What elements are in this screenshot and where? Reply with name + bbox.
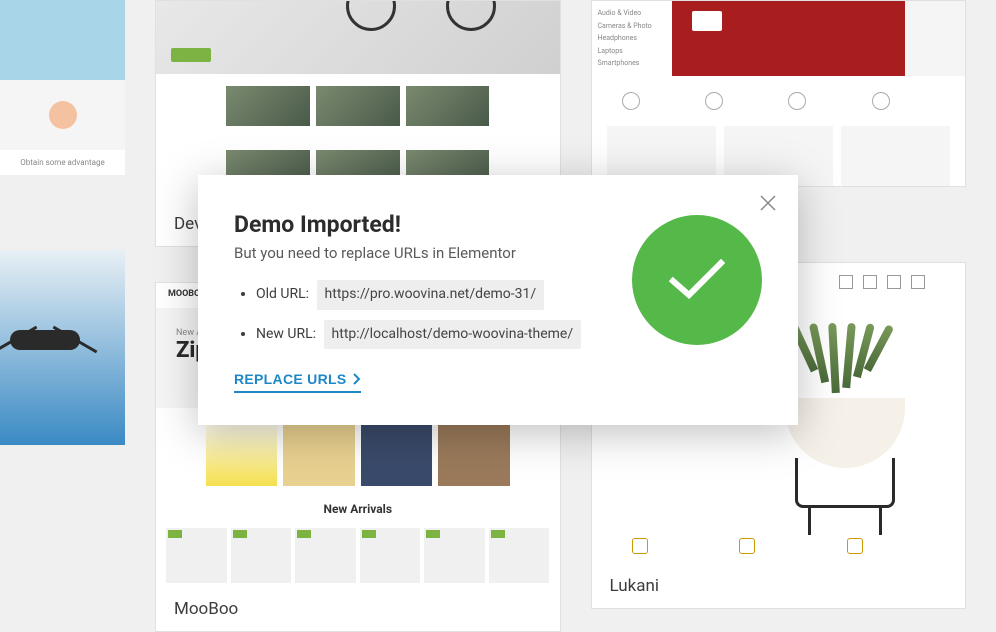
replace-urls-label: Replace URLs (234, 371, 347, 387)
sidebar-drone-card (0, 250, 125, 445)
electronics-sidebar: Audio & VideoCameras & PhotoHeadphonesLa… (592, 1, 672, 76)
sidebar-card-top: Obtain some advantage (0, 0, 125, 175)
success-icon (632, 215, 762, 345)
chevron-right-icon (353, 373, 361, 385)
mooboo-arrivals-title: New Arrivals (156, 494, 560, 524)
lukani-features (592, 528, 966, 564)
devi-hero (156, 1, 560, 74)
new-url-value: http://localhost/demo-woovina-theme/ (324, 320, 582, 350)
close-button[interactable] (756, 191, 780, 215)
mooboo-arrivals (156, 524, 560, 587)
sidebar-blue-banner (0, 0, 125, 80)
demo-card-label: MooBoo (156, 587, 560, 631)
sidebar-column: Obtain some advantage (0, 0, 125, 632)
url-list: Old URL: https://pro.woovina.net/demo-31… (234, 280, 612, 350)
electronics-side (905, 1, 965, 76)
devi-thumbs (156, 74, 560, 138)
sidebar-image (0, 80, 125, 150)
modal-subtitle: But you need to replace URLs in Elemento… (234, 244, 612, 262)
modal-title: Demo Imported! (234, 211, 612, 238)
replace-urls-button[interactable]: Replace URLs (234, 371, 361, 393)
checkmark-icon (667, 257, 727, 302)
demo-card-electronics: Audio & VideoCameras & PhotoHeadphonesLa… (591, 0, 967, 187)
new-url-label: New URL: (256, 326, 316, 342)
electronics-hero (672, 1, 906, 76)
old-url-value: https://pro.woovina.net/demo-31/ (317, 280, 545, 310)
electronics-features (592, 76, 966, 126)
new-url-row: New URL: http://localhost/demo-woovina-t… (256, 320, 612, 350)
old-url-label: Old URL: (256, 286, 309, 302)
demo-card-label: Lukani (592, 564, 966, 608)
old-url-row: Old URL: https://pro.woovina.net/demo-31… (256, 280, 612, 310)
sidebar-text: Obtain some advantage (0, 150, 125, 175)
close-icon (760, 195, 776, 211)
demo-imported-modal: Demo Imported! But you need to replace U… (198, 175, 798, 426)
